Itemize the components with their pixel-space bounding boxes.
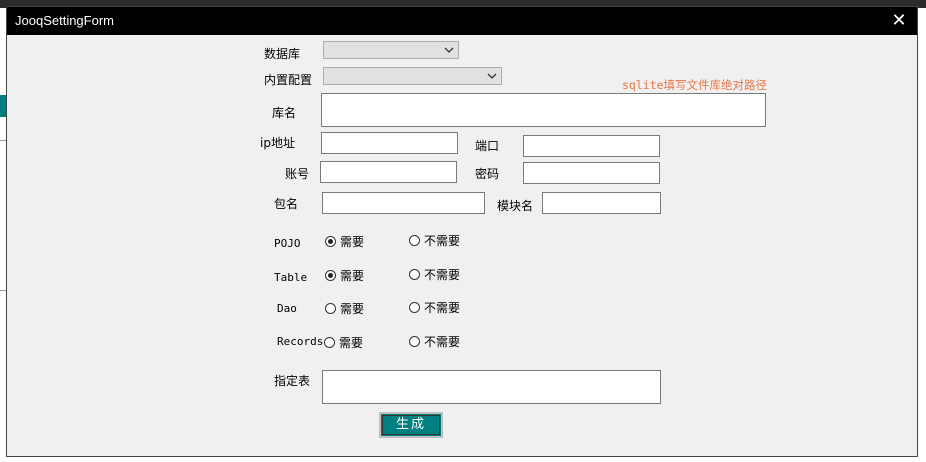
account-label: 账号: [285, 167, 310, 181]
dbname-input[interactable]: [321, 93, 766, 127]
radio-label: 不需要: [424, 233, 461, 248]
pojo-label: POJO: [274, 237, 301, 250]
builtin-config-select[interactable]: [323, 67, 502, 85]
port-input[interactable]: [523, 135, 660, 157]
tables-label: 指定表: [274, 374, 311, 388]
radio-label: 不需要: [424, 267, 461, 282]
table-no-radio[interactable]: 不需要: [409, 266, 460, 282]
chevron-down-icon: [444, 47, 454, 53]
tables-input[interactable]: [322, 370, 661, 404]
password-label: 密码: [475, 167, 500, 181]
dbname-label: 库名: [272, 106, 297, 120]
radio-checked-icon: [325, 235, 336, 247]
radio-unchecked-icon: [324, 336, 335, 348]
radio-label: 不需要: [424, 300, 461, 315]
dao-no-radio[interactable]: 不需要: [409, 299, 460, 315]
database-label: 数据库: [264, 47, 301, 61]
dao-label: Dao: [277, 302, 297, 315]
records-yes-radio[interactable]: 需要: [324, 334, 363, 350]
pojo-yes-radio[interactable]: 需要: [325, 233, 364, 249]
generate-button[interactable]: 生成: [379, 412, 443, 438]
table-yes-radio[interactable]: 需要: [325, 267, 364, 283]
radio-label: 不需要: [424, 334, 461, 349]
radio-unchecked-icon: [409, 301, 420, 313]
records-no-radio[interactable]: 不需要: [409, 333, 460, 349]
module-label: 模块名: [497, 199, 534, 213]
ip-label: ip地址: [260, 136, 295, 150]
table-label: Table: [274, 271, 308, 284]
radio-unchecked-icon: [409, 268, 420, 280]
title-bar: JooqSettingForm ✕: [7, 7, 917, 35]
radio-label: 需要: [340, 301, 365, 316]
radio-unchecked-icon: [325, 302, 336, 314]
sqlite-hint-text: sqlite填写文件库绝对路径: [622, 78, 768, 92]
radio-label: 需要: [339, 335, 364, 350]
jooq-setting-dialog: JooqSettingForm ✕ 数据库 内置配置 sqlite填写文件库绝对…: [6, 6, 918, 457]
radio-unchecked-icon: [409, 335, 420, 347]
port-label: 端口: [475, 139, 500, 153]
builtin-config-label: 内置配置: [264, 73, 313, 87]
package-input[interactable]: [322, 192, 485, 214]
pojo-no-radio[interactable]: 不需要: [409, 232, 460, 248]
close-button[interactable]: ✕: [887, 9, 911, 33]
chevron-down-icon: [487, 73, 497, 79]
database-select[interactable]: [323, 41, 459, 59]
ip-input[interactable]: [321, 132, 458, 154]
radio-label: 需要: [340, 234, 365, 249]
password-input[interactable]: [523, 162, 660, 184]
window-title: JooqSettingForm: [15, 13, 114, 28]
radio-unchecked-icon: [409, 234, 420, 246]
dao-yes-radio[interactable]: 需要: [325, 300, 364, 316]
records-label: Records: [277, 335, 324, 348]
form-content: 数据库 内置配置 sqlite填写文件库绝对路径 库名 ip地址 端口 账号 密…: [7, 35, 917, 456]
package-label: 包名: [274, 197, 299, 211]
account-input[interactable]: [320, 161, 457, 183]
module-input[interactable]: [542, 192, 661, 214]
radio-checked-icon: [325, 269, 336, 281]
radio-label: 需要: [340, 268, 365, 283]
